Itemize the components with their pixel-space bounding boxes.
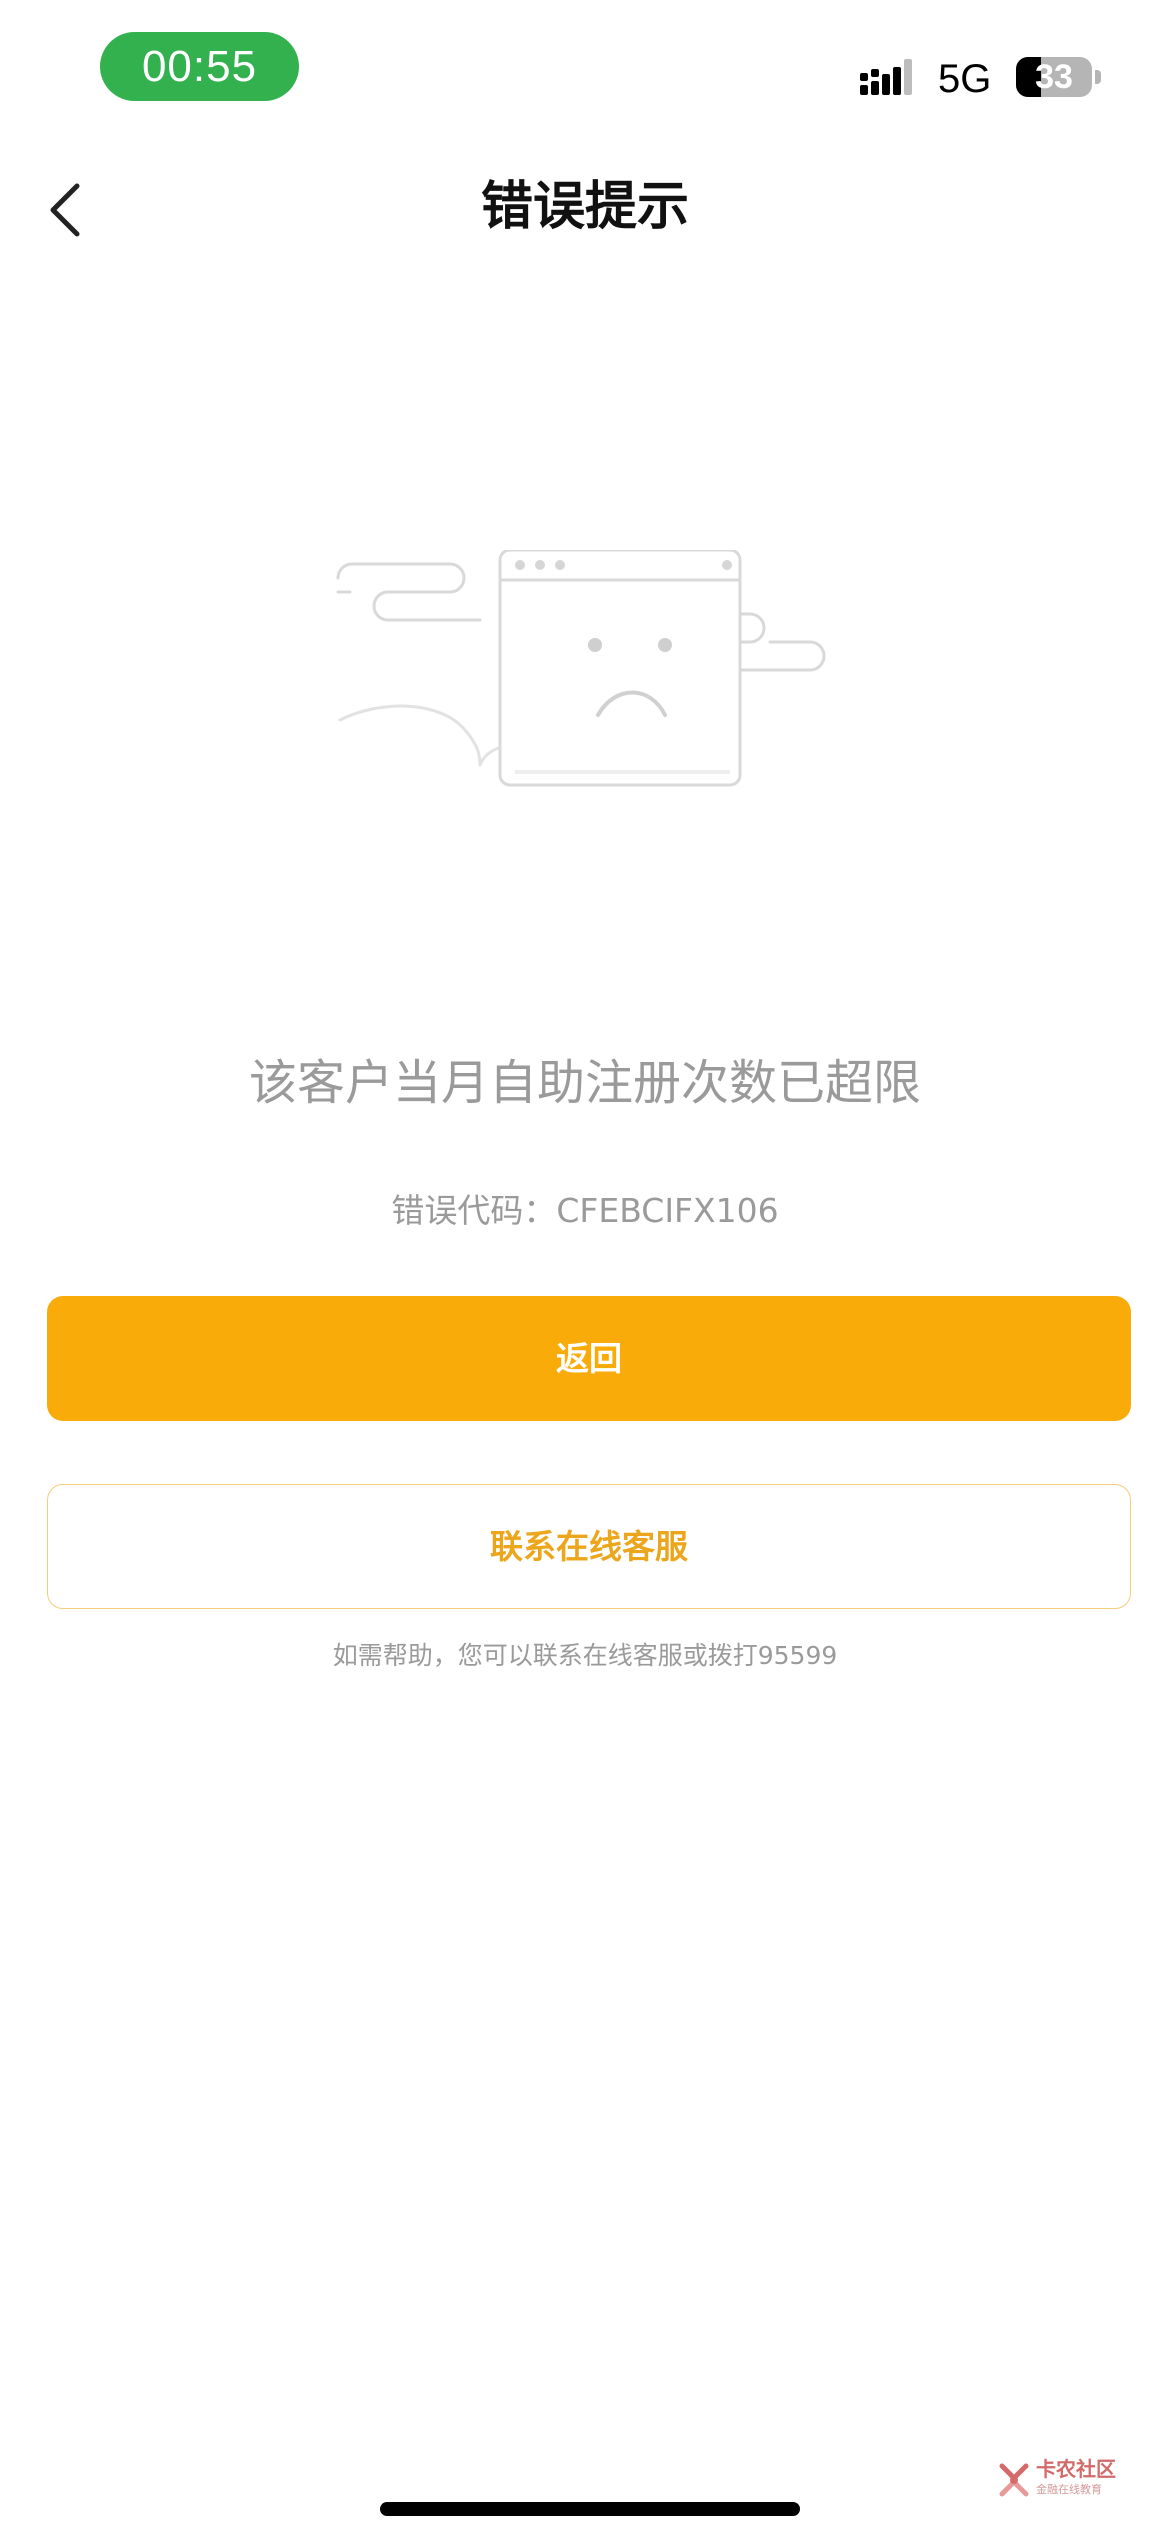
help-text: 如需帮助，您可以联系在线客服或拨打95599: [332, 1641, 838, 1670]
battery-level: 33: [1035, 58, 1073, 96]
status-time: 00:55: [100, 32, 299, 101]
error-code: 错误代码：CFEBCIFX106: [391, 1191, 779, 1230]
watermark-name: 卡农社区: [1036, 2457, 1116, 2481]
page-title: 错误提示: [480, 177, 689, 237]
watermark-logo-icon: [999, 2463, 1029, 2497]
signal-icon: [860, 59, 912, 95]
network-type: 5G: [938, 57, 992, 101]
watermark: 卡农社区 金融在线教育: [996, 2456, 1126, 2504]
sad-browser-window-icon: [336, 550, 826, 787]
home-indicator[interactable]: [380, 2502, 800, 2516]
watermark-subtitle: 金融在线教育: [1036, 2483, 1102, 2496]
battery-cap: [1095, 70, 1101, 84]
battery-icon: 33: [1016, 57, 1092, 97]
contact-support-button[interactable]: 联系在线客服: [47, 1484, 1131, 1609]
return-button[interactable]: 返回: [47, 1296, 1131, 1421]
error-message: 该客户当月自助注册次数已超限: [248, 1055, 921, 1111]
